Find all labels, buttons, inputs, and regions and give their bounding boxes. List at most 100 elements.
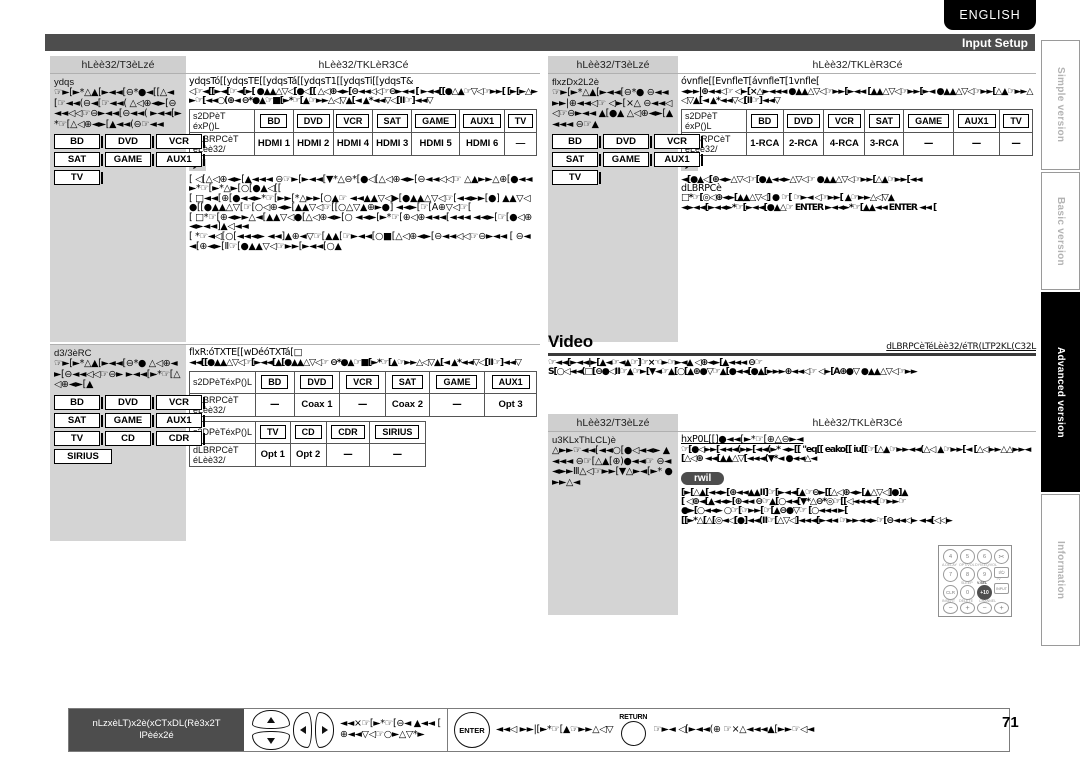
- language-tab-label: ENGLISH: [959, 8, 1021, 22]
- cursor-pad-illustration: [252, 710, 334, 750]
- source-key-tv[interactable]: TV: [54, 430, 103, 446]
- page-title: Input Setup: [962, 35, 1028, 50]
- source-key-sat[interactable]: SAT: [54, 152, 103, 168]
- panel-header-left: hLèè32/T3èLzé: [50, 56, 187, 73]
- side-tab-label: Basic version: [1055, 196, 1066, 266]
- cell-key: SAT: [372, 109, 413, 133]
- source-key-sat[interactable]: SAT: [54, 412, 103, 428]
- cell-key: AUX1: [952, 109, 1001, 133]
- cell-key: BD: [255, 370, 295, 394]
- panel-left-column: flxzDx2L2è ☞►[►*△▲[►◄◄[⊖*● ⊖◄◄►►|⊕◄◄◁☞ ◁…: [548, 74, 703, 342]
- panel-header-right: hLèè32/TKLèR3Cé: [679, 56, 1036, 73]
- cell-value: —: [999, 132, 1033, 156]
- cell-value: —: [339, 392, 387, 417]
- source-key-vcr[interactable]: VCR: [156, 394, 205, 410]
- source-key-aux1[interactable]: AUX1: [156, 412, 205, 428]
- source-key-game[interactable]: GAME: [105, 152, 154, 168]
- bottom-bar-divider: [446, 709, 448, 751]
- language-tab-english[interactable]: ENGLISH: [944, 0, 1036, 30]
- source-key-tv[interactable]: TV: [54, 170, 103, 186]
- panel-header: hLèè32/T3èLzé hLèè32/TKLèR3Cé: [50, 56, 540, 74]
- note-line: ◄►◄◄[►◄◄►*☞[►◄◄[●▲△☞ ENTER ►◄◄►*☞[▲▲◄◄ E…: [681, 201, 937, 213]
- cell-key: SIRIUS: [369, 420, 426, 444]
- source-key-bd[interactable]: BD: [54, 394, 103, 410]
- return-instruction: ☞►◄ ◁[►◄◄(⊕ ☞×△◄◄◄▲[►►☞◁◄: [653, 723, 814, 735]
- cursor-up-icon[interactable]: [252, 710, 290, 729]
- row-label-source: s2DPèTéxP()L: [188, 370, 257, 394]
- video-body-line-2: S[○◁◄◄(□[⊖●◁Ⅱ☞▲☞►[▼◄☞▲[○[▲⊕●▽☞▲[●◄◄[●▲[►…: [548, 366, 918, 378]
- side-tab-basic-version[interactable]: Basic version: [1041, 172, 1080, 290]
- row-label-source: s2DPèT éxP()L: [681, 109, 747, 133]
- side-tab-advanced-version[interactable]: Advanced version: [1041, 292, 1080, 492]
- source-key-game[interactable]: GAME: [105, 412, 154, 428]
- cell-key: GAME: [428, 370, 486, 394]
- return-button-label: RETURN: [619, 714, 648, 721]
- cell-value: —: [255, 392, 295, 417]
- enter-button-icon[interactable]: ENTER: [453, 712, 490, 748]
- source-key-cd[interactable]: CD: [105, 430, 154, 446]
- source-key-vcr[interactable]: VCR: [156, 134, 205, 150]
- panel-header: hLèè32/T3èLzé hLèè32/TKLèR3Cé: [548, 414, 1036, 432]
- remote-key-8: 8: [960, 567, 975, 582]
- bottom-bar-label-line2: lPèéx2é: [139, 730, 174, 741]
- row-label-assignment: dLBRPCèT éLèè32/: [188, 442, 257, 467]
- remote-key-input: INPUT: [994, 583, 1009, 594]
- cell-value: HDMI 5: [411, 132, 461, 156]
- section-divider: [548, 353, 1036, 356]
- source-key-dvd[interactable]: DVD: [105, 394, 154, 410]
- cell-value: 2-RCA: [782, 132, 825, 156]
- cell-value: 4-RCA: [823, 132, 866, 156]
- note-line: [[►*△[△[◎◄◁[●]◄◄(Ⅱ☞[△▽◁]◄◄◄[►◄◄ ☞►►◄◄►☞[…: [681, 514, 953, 526]
- cell-value: —: [504, 132, 537, 156]
- right-column-body: ◁☞◄[[►◄[☞◄[►[ ●▲▲△▽◁[●◁[[ △◁⊕◄►[⊖◄◄◁◁☞⊖►…: [189, 85, 538, 106]
- remote-key-channel-down: −: [977, 602, 992, 614]
- source-key-sat[interactable]: SAT: [552, 152, 601, 168]
- cell-key: DVD: [293, 370, 341, 394]
- source-key-aux1[interactable]: AUX1: [156, 152, 205, 168]
- remote-key-9: 9: [977, 567, 992, 582]
- cell-key: SAT: [385, 370, 430, 394]
- table-row-source: s2DPèTéxP()L BD DVD VCR SAT GAME AUX1: [188, 370, 537, 394]
- input-assign-table-rca: s2DPèT éxP()L BD DVD VCR SAT GAME AUX1 T…: [681, 109, 1033, 156]
- return-button-icon[interactable]: RETURN: [619, 714, 647, 746]
- remote-key-clr: CLR: [943, 585, 958, 600]
- source-key-game[interactable]: GAME: [603, 152, 652, 168]
- remote-key-plus10: +10: [977, 585, 992, 600]
- cell-key: VCR: [339, 370, 387, 394]
- panel-header: hLèè32/T3èLzé hLèè32/TKLèR3Cé: [548, 56, 1036, 74]
- remote-caption-tv: TV: [996, 577, 1001, 581]
- input-assign-table-digital-2: s2DPèTéxP()L TV CD CDR SIRIUS dLBRPCèT é…: [188, 420, 426, 467]
- source-key-group: BD DVD VCR SAT GAME AUX1 TV: [54, 134, 205, 186]
- enter-instruction: ◄◄◁ ►►|[►*☞[▲☞►►△◁▽: [495, 723, 614, 735]
- table-row-source: s2DPèT éxP()L BD DVD VCR SAT GAME AUX1 T…: [189, 109, 537, 133]
- side-tab-simple-version[interactable]: Simple version: [1041, 40, 1080, 170]
- cursor-down-icon[interactable]: [252, 731, 290, 750]
- source-key-aux1[interactable]: AUX1: [654, 152, 703, 168]
- side-tab-information[interactable]: Information: [1041, 494, 1080, 646]
- cell-value: —: [428, 392, 486, 417]
- enter-button-label: ENTER: [459, 725, 485, 735]
- source-key-dvd[interactable]: DVD: [603, 134, 652, 150]
- source-key-bd[interactable]: BD: [54, 134, 103, 150]
- cell-key: SAT: [864, 109, 905, 133]
- source-key-tv[interactable]: TV: [552, 170, 601, 186]
- source-key-sirius[interactable]: SIRIUS: [54, 448, 112, 464]
- cell-value: HDMI 1: [254, 132, 294, 156]
- source-key-bd[interactable]: BD: [552, 134, 601, 150]
- source-key-dvd[interactable]: DVD: [105, 134, 154, 150]
- remote-key-tuning-down: −: [943, 602, 958, 614]
- cursor-left-icon[interactable]: [293, 712, 312, 748]
- remote-key-5: 5: [960, 549, 975, 564]
- left-column-body: ☞►[►*△▲[►◄◄[⊖*● △◁⊕◄►[⊖◄◄◁◁☞⊖► ►◄◄[►*☞[△…: [54, 358, 181, 391]
- left-column-body: ☞►[►*△▲[►◄◄[⊖*●◄[[△◄[☞◄◄(⊖◄[☞◄◄( △◁⊕◄►[⊖…: [54, 87, 182, 130]
- cell-value: Opt 2: [289, 442, 327, 467]
- source-key-cdr[interactable]: CDR: [156, 430, 205, 446]
- panel-header-left: hLèè32/T3èLzé: [548, 414, 679, 431]
- cell-key: TV: [999, 109, 1033, 133]
- section-reference[interactable]: dLBRPCèTéLèè32/éTR(LTP2KL(C32L: [886, 342, 1036, 352]
- cell-value: Coax 1: [293, 392, 341, 417]
- cursor-right-icon[interactable]: [315, 712, 334, 748]
- mode-pill[interactable]: rwil: [681, 472, 725, 485]
- source-key-vcr[interactable]: VCR: [654, 134, 703, 150]
- input-assign-table-hdmi: s2DPèT éxP()L BD DVD VCR SAT GAME AUX1 T…: [189, 109, 537, 156]
